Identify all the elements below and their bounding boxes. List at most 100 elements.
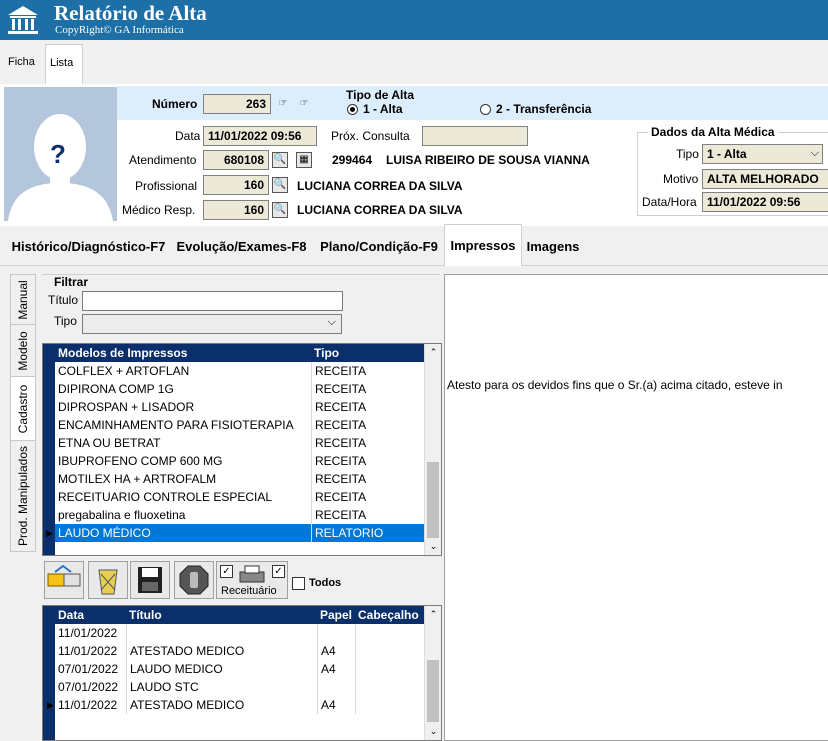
modelo-row[interactable]: pregabalina e fluoxetina RECEITA: [43, 506, 426, 524]
modelo-row[interactable]: DIPIRONA COMP 1G RECEITA: [43, 380, 426, 398]
impresso-row[interactable]: 07/01/2022 LAUDO STC: [43, 678, 426, 696]
modelo-nome: ENCAMINHAMENTO PARA FISIOTERAPIA: [58, 418, 294, 432]
hand-pointer-icon[interactable]: ☞: [275, 97, 291, 113]
prox-consulta-field[interactable]: [422, 126, 528, 146]
attach-models-button[interactable]: [44, 561, 84, 599]
motivo-field[interactable]: ALTA MELHORADO: [702, 169, 828, 189]
current-row-icon: ▶: [43, 524, 55, 542]
impressos-panel: Manual Modelo Cadastro Prod. Manipulados…: [0, 266, 828, 741]
tab-impressos[interactable]: Impressos: [444, 224, 522, 266]
modelo-nome: LAUDO MÉDICO: [58, 526, 151, 540]
impressos-scrollbar[interactable]: ⌃ ⌄: [424, 606, 441, 740]
tab-imagens[interactable]: Imagens: [524, 226, 582, 266]
datahora-field[interactable]: 11/01/2022 09:56: [702, 192, 828, 212]
modelo-row[interactable]: DIPROSPAN + LISADOR RECEITA: [43, 398, 426, 416]
tab-plano-condicao[interactable]: Plano/Condição-F9: [316, 226, 442, 266]
side-tab-manual[interactable]: Manual: [10, 274, 36, 326]
impressos-grid-header: Data Título Papel Cabeçalho: [43, 606, 426, 624]
impresso-row[interactable]: 07/01/2022 LAUDO MEDICO A4: [43, 660, 426, 678]
side-tab-prod-manipulados[interactable]: Prod. Manipulados: [10, 440, 36, 552]
col-titulo[interactable]: Título: [126, 606, 316, 624]
modelo-row[interactable]: COLFLEX + ARTOFLAN RECEITA: [43, 362, 426, 380]
calendar-icon[interactable]: ▦: [296, 152, 312, 168]
data-field[interactable]: 11/01/2022 09:56: [203, 126, 317, 146]
modelo-row[interactable]: IBUPROFENO COMP 600 MG RECEITA: [43, 452, 426, 470]
impresso-row[interactable]: 11/01/2022: [43, 624, 426, 642]
scroll-thumb[interactable]: [427, 462, 439, 538]
modelos-grid-header: Modelos de Impressos Tipo: [43, 344, 426, 362]
impresso-data: 07/01/2022: [58, 680, 119, 694]
modelos-scrollbar[interactable]: ⌃ ⌄: [424, 344, 441, 555]
binoculars-search-icon[interactable]: 🔍: [272, 152, 288, 168]
receituario-button[interactable]: ✓ ✓ Receituário: [216, 561, 288, 599]
datahora-label: Data/Hora: [642, 195, 697, 209]
col-modelos[interactable]: Modelos de Impressos: [55, 344, 310, 362]
col-data[interactable]: Data: [55, 606, 125, 624]
scroll-thumb[interactable]: [427, 660, 439, 722]
tab-lista[interactable]: Lista: [45, 44, 83, 84]
save-button[interactable]: [130, 561, 170, 599]
filter-tipo-select[interactable]: ⌵: [82, 314, 342, 334]
top-tab-bar: Ficha Lista: [0, 40, 828, 84]
impresso-data: 11/01/2022: [58, 698, 118, 712]
hand-pointer-next-icon[interactable]: ☞: [296, 97, 312, 113]
filter-titulo-input[interactable]: [82, 291, 343, 311]
impresso-cabecalho: [355, 642, 426, 660]
impresso-titulo: LAUDO MEDICO: [126, 660, 316, 678]
impresso-cabecalho: [355, 660, 426, 678]
chevron-down-icon: ⌵: [810, 147, 819, 159]
col-tipo[interactable]: Tipo: [311, 344, 426, 362]
radio-alta-label[interactable]: 1 - Alta: [363, 102, 403, 116]
scroll-up-icon[interactable]: ⌃: [425, 606, 441, 623]
medico-resp-code-field[interactable]: 160: [203, 200, 269, 220]
receituario-left-checkbox[interactable]: ✓: [220, 565, 233, 578]
todos-checkbox[interactable]: [292, 577, 305, 590]
impresso-cabecalho: [355, 696, 426, 714]
modelo-nome: IBUPROFENO COMP 600 MG: [58, 454, 223, 468]
scroll-up-icon[interactable]: ⌃: [425, 344, 441, 361]
modelo-nome: DIPIRONA COMP 1G: [58, 382, 174, 396]
radio-alta[interactable]: [347, 104, 358, 115]
binoculars-search-icon[interactable]: 🔍: [272, 177, 288, 193]
impresso-papel: [317, 624, 354, 642]
modelo-row[interactable]: ENCAMINHAMENTO PARA FISIOTERAPIA RECEITA: [43, 416, 426, 434]
radio-transferencia[interactable]: [480, 104, 491, 115]
todos-label[interactable]: Todos: [309, 577, 341, 589]
modelo-nome: ETNA OU BETRAT: [58, 436, 161, 450]
document-preview[interactable]: Atesto para os devidos fins que o Sr.(a)…: [444, 274, 828, 741]
binoculars-search-icon[interactable]: 🔍: [272, 202, 288, 218]
radio-transferencia-label[interactable]: 2 - Transferência: [496, 102, 591, 116]
stop-button[interactable]: [174, 561, 214, 599]
scroll-down-icon[interactable]: ⌄: [425, 723, 441, 740]
modelo-row[interactable]: MOTILEX HA + ARTROFALM RECEITA: [43, 470, 426, 488]
receituario-right-checkbox[interactable]: ✓: [272, 565, 285, 578]
side-tab-modelo[interactable]: Modelo: [10, 324, 36, 378]
modelo-row[interactable]: RECEITUARIO CONTROLE ESPECIAL RECEITA: [43, 488, 426, 506]
tab-evolucao-exames[interactable]: Evolução/Exames-F8: [173, 226, 310, 266]
recycle-bin-button[interactable]: [88, 561, 128, 599]
impresso-row[interactable]: ▶ 11/01/2022 ATESTADO MEDICO A4: [43, 696, 426, 714]
modelo-row[interactable]: ▶ LAUDO MÉDICO RELATORIO: [43, 524, 426, 542]
col-papel[interactable]: Papel: [317, 606, 354, 624]
impresso-data: 11/01/2022: [58, 644, 118, 658]
impresso-papel: A4: [317, 696, 354, 714]
col-cabecalho[interactable]: Cabeçalho: [355, 606, 426, 624]
impresso-row[interactable]: 11/01/2022 ATESTADO MEDICO A4: [43, 642, 426, 660]
numero-field[interactable]: 263: [203, 94, 271, 114]
scroll-down-icon[interactable]: ⌄: [425, 538, 441, 555]
photo-placeholder-mark: ?: [50, 139, 66, 169]
modelo-row[interactable]: ETNA OU BETRAT RECEITA: [43, 434, 426, 452]
atendimento-field[interactable]: 680108: [203, 150, 269, 170]
profissional-code-field[interactable]: 160: [203, 175, 269, 195]
folders-icon: [47, 564, 81, 587]
tab-ficha[interactable]: Ficha: [4, 44, 39, 84]
atendimento-label: Atendimento: [129, 153, 197, 167]
preview-text: Atesto para os devidos fins que o Sr.(a)…: [447, 378, 783, 392]
tipo-alta-select[interactable]: 1 - Alta ⌵: [702, 144, 823, 164]
floppy-disk-icon: [138, 567, 162, 593]
section-tab-bar: Histórico/Diagnóstico-F7 Evolução/Exames…: [0, 224, 828, 266]
tipo-alta-label: Tipo de Alta: [346, 88, 415, 102]
side-tab-cadastro[interactable]: Cadastro: [10, 376, 36, 442]
impresso-data: 11/01/2022: [58, 626, 118, 640]
tab-historico-diagnostico[interactable]: Histórico/Diagnóstico-F7: [10, 226, 167, 266]
